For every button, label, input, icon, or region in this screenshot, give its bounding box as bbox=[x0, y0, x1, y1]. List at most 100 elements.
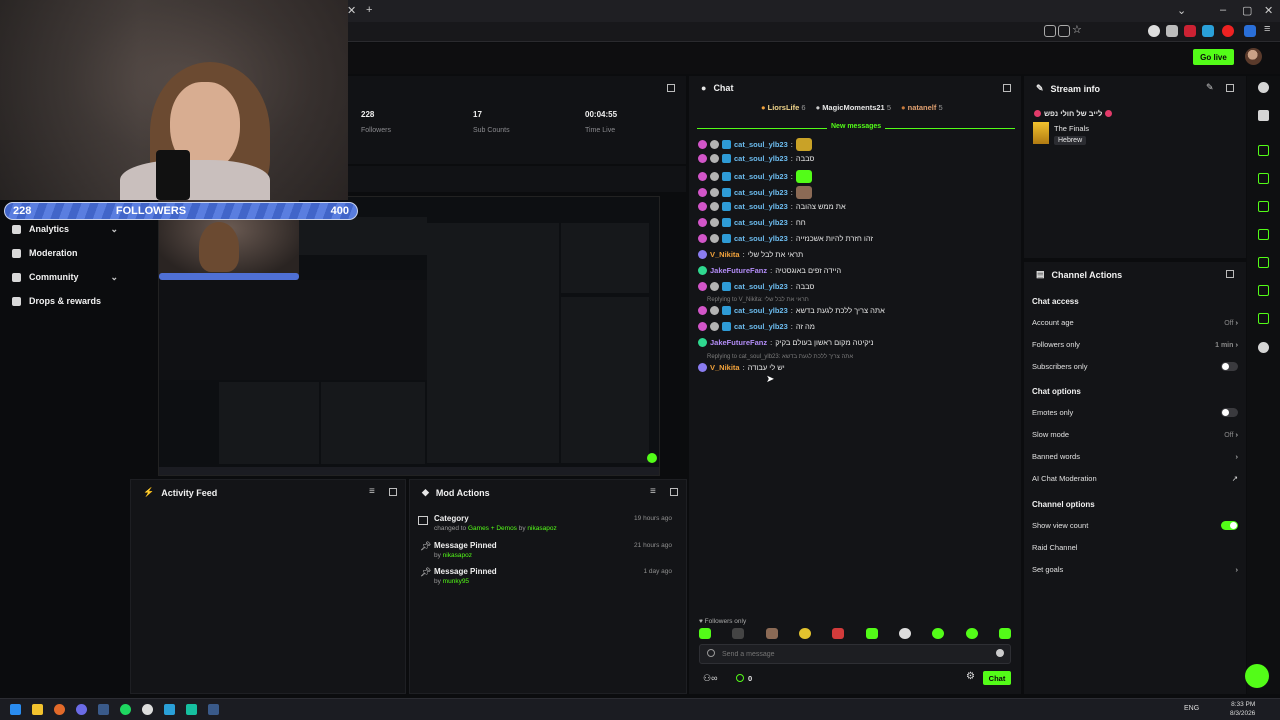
gear-icon[interactable]: ⚙ bbox=[966, 671, 975, 682]
popout-icon[interactable] bbox=[1003, 84, 1011, 92]
setting-emotes-only[interactable]: Emotes only bbox=[1032, 408, 1238, 417]
help-chat-icon[interactable] bbox=[1245, 664, 1269, 688]
top-gifter[interactable]: ● natanelf 5 bbox=[901, 103, 943, 112]
chat-message[interactable]: cat_soul_ylb23: מה זה bbox=[698, 322, 815, 331]
toggle-switch[interactable] bbox=[1221, 521, 1238, 530]
setting-show-view-count[interactable]: Show view count bbox=[1032, 521, 1238, 530]
setting-ai-moderation[interactable]: AI Chat Moderation ↗ bbox=[1032, 474, 1238, 483]
bookmark-star-icon[interactable]: ☆ bbox=[1072, 23, 1082, 36]
windows-start-icon[interactable] bbox=[10, 704, 21, 715]
wrench-icon[interactable] bbox=[1258, 313, 1269, 324]
minimize-icon[interactable]: – bbox=[1220, 4, 1226, 16]
emote-icon[interactable] bbox=[765, 628, 778, 639]
avatar[interactable] bbox=[1245, 48, 1262, 65]
emote-icon[interactable] bbox=[998, 628, 1011, 639]
cast-icon[interactable] bbox=[1058, 25, 1070, 37]
emote-icon[interactable] bbox=[932, 628, 945, 639]
setting-raid-channel[interactable]: Raid Channel bbox=[1032, 543, 1238, 552]
close-tab-icon[interactable]: ✕ bbox=[347, 4, 356, 17]
steam-icon[interactable] bbox=[98, 704, 109, 715]
tab-list-icon[interactable]: ⌄ bbox=[1177, 4, 1186, 17]
send-chat-button[interactable]: Chat bbox=[983, 671, 1011, 685]
emote-icon[interactable] bbox=[699, 628, 711, 639]
new-tab-icon[interactable]: + bbox=[366, 4, 372, 16]
maximize-icon[interactable]: ▢ bbox=[1242, 4, 1252, 17]
category-link[interactable]: Games + Demos bbox=[468, 525, 517, 532]
nav-analytics[interactable]: Analytics ⌄ bbox=[12, 224, 118, 234]
setting-followers-only[interactable]: Followers only 1 min › bbox=[1032, 340, 1238, 349]
popout-icon[interactable] bbox=[1226, 84, 1234, 92]
user-link[interactable]: nikasapoz bbox=[527, 525, 556, 532]
info-icon[interactable] bbox=[1258, 82, 1269, 93]
expand-icon[interactable] bbox=[1258, 145, 1269, 156]
emote-icon[interactable] bbox=[898, 628, 911, 639]
users-icon[interactable]: ⚇∞ bbox=[703, 673, 717, 684]
chat-message[interactable]: cat_soul_ylb23: סבבה bbox=[698, 282, 814, 291]
chat-message[interactable]: JakeFutureFanz: ניקיטה מקום ראשון בעולם ב… bbox=[698, 338, 874, 347]
chat-message[interactable]: cat_soul_ylb23: זהו חזרת להיות אשכנזייה bbox=[698, 234, 873, 243]
top-gifter[interactable]: ● MagicMoments21 5 bbox=[816, 103, 891, 112]
extension-icon[interactable] bbox=[1184, 25, 1196, 37]
setting-slow-mode[interactable]: Slow mode Off › bbox=[1032, 430, 1238, 439]
menu-icon[interactable]: ≡ bbox=[1264, 23, 1270, 35]
bolt-icon[interactable] bbox=[1258, 173, 1269, 184]
setting-subscribers-only[interactable]: Subscribers only bbox=[1032, 362, 1238, 371]
grid-icon[interactable] bbox=[1258, 285, 1269, 296]
toggle-switch[interactable] bbox=[1221, 362, 1238, 371]
category-name[interactable]: The Finals bbox=[1054, 124, 1089, 133]
filter-icon[interactable]: ≡ bbox=[369, 486, 375, 497]
popout-icon[interactable] bbox=[389, 488, 397, 496]
emote-icon[interactable] bbox=[732, 628, 745, 639]
app-icon[interactable] bbox=[76, 704, 87, 715]
chat-message[interactable]: cat_soul_ylb23: bbox=[698, 138, 812, 151]
chat-message[interactable]: V_Nikita: יש לי עבודה bbox=[698, 363, 785, 372]
chat-icon[interactable] bbox=[1258, 229, 1269, 240]
pen-icon[interactable] bbox=[1258, 110, 1269, 121]
app-icon[interactable] bbox=[186, 704, 197, 715]
extension-icon[interactable] bbox=[1202, 25, 1214, 37]
emote-icon[interactable] bbox=[798, 628, 811, 639]
user-link[interactable]: munky95 bbox=[443, 578, 469, 585]
close-window-icon[interactable]: ✕ bbox=[1264, 4, 1273, 17]
chat-message[interactable]: cat_soul_ylb23: אתה צריך ללכת לגעת בדשא bbox=[698, 306, 885, 315]
edit-icon[interactable]: ✎ bbox=[1206, 82, 1214, 93]
screen-icon[interactable] bbox=[1044, 25, 1056, 37]
chrome-icon[interactable] bbox=[142, 704, 153, 715]
chat-input[interactable] bbox=[722, 648, 982, 660]
emote-icon[interactable] bbox=[965, 628, 978, 639]
document-icon[interactable] bbox=[1258, 201, 1269, 212]
setting-banned-words[interactable]: Banned words › bbox=[1032, 452, 1238, 461]
spotify-icon[interactable] bbox=[120, 704, 131, 715]
emote-icon[interactable] bbox=[865, 628, 878, 639]
chat-message[interactable]: cat_soul_ylb23: סבבה bbox=[698, 154, 814, 163]
chat-message[interactable]: JakeFutureFanz: היידה זפים באוגסטיה bbox=[698, 266, 841, 275]
clock[interactable]: 8:33 PM 8/3/2026 bbox=[1230, 700, 1255, 718]
extension-icon[interactable] bbox=[1148, 25, 1160, 37]
steam-icon[interactable] bbox=[208, 704, 219, 715]
filter-icon[interactable]: ≡ bbox=[650, 486, 656, 497]
user-link[interactable]: nikasapoz bbox=[443, 552, 472, 559]
nav-community[interactable]: Community ⌄ bbox=[12, 272, 118, 282]
emote-icon[interactable] bbox=[832, 628, 845, 639]
extension-icon[interactable] bbox=[1166, 25, 1178, 37]
chat-message[interactable]: cat_soul_ylb23: bbox=[698, 186, 812, 199]
nav-drops-rewards[interactable]: Drops & rewards bbox=[12, 296, 118, 306]
nav-moderation[interactable]: Moderation bbox=[12, 248, 118, 258]
chat-message[interactable]: cat_soul_ylb23: את ממש צהובה bbox=[698, 202, 846, 211]
chat-message[interactable]: cat_soul_ylb23: חח bbox=[698, 218, 806, 227]
chat-message[interactable]: cat_soul_ylb23: bbox=[698, 170, 812, 183]
category-thumbnail[interactable] bbox=[1033, 122, 1049, 144]
go-live-button[interactable]: Go live bbox=[1193, 49, 1234, 65]
popout-icon[interactable] bbox=[1226, 270, 1234, 278]
app-icon[interactable] bbox=[164, 704, 175, 715]
broadcast-icon[interactable] bbox=[1258, 257, 1269, 268]
community-icon[interactable] bbox=[1258, 342, 1269, 353]
toggle-switch[interactable] bbox=[1221, 408, 1238, 417]
top-gifter[interactable]: ● LiorsLife 6 bbox=[761, 103, 806, 112]
record-icon[interactable] bbox=[1222, 25, 1234, 37]
language-indicator[interactable]: ENG bbox=[1184, 705, 1199, 712]
extension-icon[interactable] bbox=[1244, 25, 1256, 37]
popout-icon[interactable] bbox=[670, 488, 678, 496]
setting-account-age[interactable]: Account age Off › bbox=[1032, 318, 1238, 327]
emoji-icon[interactable] bbox=[996, 649, 1004, 657]
